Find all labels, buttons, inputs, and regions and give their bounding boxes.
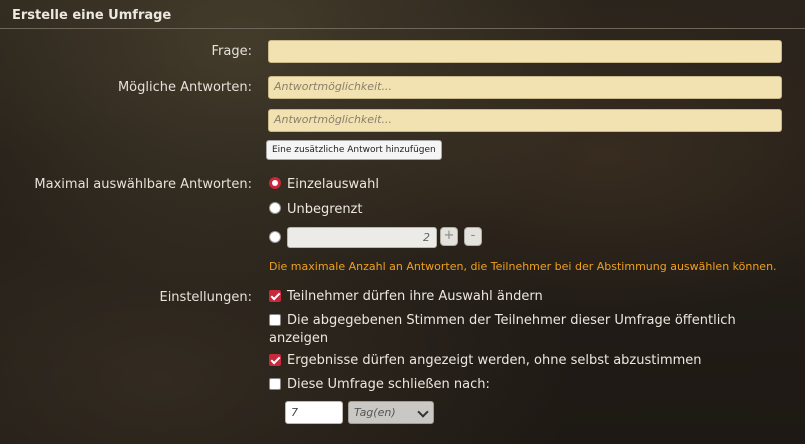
checkbox-public-votes[interactable] — [269, 314, 281, 326]
answers-label: Mögliche Antworten: — [117, 80, 252, 95]
checkbox-allow-change[interactable] — [269, 290, 281, 302]
close-after-unit-value: Tag(en) — [354, 406, 396, 419]
checkbox-view-results[interactable] — [269, 354, 281, 366]
max-answers-label: Maximal auswählbare Antworten: — [34, 177, 252, 192]
radio-unlimited-label: Unbegrenzt — [287, 202, 363, 217]
checkbox-public-votes-label: Die abgegebenen Stimmen der Teilnehmer d… — [287, 313, 736, 328]
checkbox-view-results-label: Ergebnisse dürfen angezeigt werden, ohne… — [287, 353, 702, 368]
answer-input-1[interactable]: Antwortmöglichkeit... — [268, 76, 782, 99]
close-after-input[interactable]: 7 — [285, 401, 343, 424]
answer-input-2[interactable]: Antwortmöglichkeit... — [268, 109, 782, 132]
radio-custom-count[interactable] — [269, 231, 281, 243]
radio-unlimited[interactable] — [269, 202, 281, 214]
checkbox-allow-change-label: Teilnehmer dürfen ihre Auswahl ändern — [287, 289, 543, 304]
increment-button[interactable]: + — [440, 227, 458, 246]
settings-label: Einstellungen: — [159, 290, 252, 305]
checkbox-close-poll-label: Diese Umfrage schließen nach: — [287, 377, 490, 392]
radio-single-choice[interactable] — [269, 177, 281, 189]
radio-single-choice-label: Einzelauswahl — [287, 177, 379, 192]
form-header: Erstelle eine Umfrage — [0, 0, 805, 29]
max-answers-number-input[interactable]: 2 — [287, 227, 437, 248]
question-input[interactable] — [268, 40, 782, 63]
chevron-down-icon — [417, 406, 429, 418]
add-answer-button[interactable]: Eine zusätzliche Antwort hinzufügen — [266, 140, 442, 160]
form-title: Erstelle eine Umfrage — [12, 8, 172, 23]
decrement-button[interactable]: - — [464, 227, 482, 246]
close-after-unit-select[interactable]: Tag(en) — [348, 401, 434, 424]
checkbox-close-poll[interactable] — [269, 378, 281, 390]
max-answers-hint: Die maximale Anzahl an Antworten, die Te… — [269, 260, 777, 273]
question-label: Frage: — [211, 44, 252, 59]
checkbox-public-votes-label-line2: anzeigen — [269, 331, 329, 346]
